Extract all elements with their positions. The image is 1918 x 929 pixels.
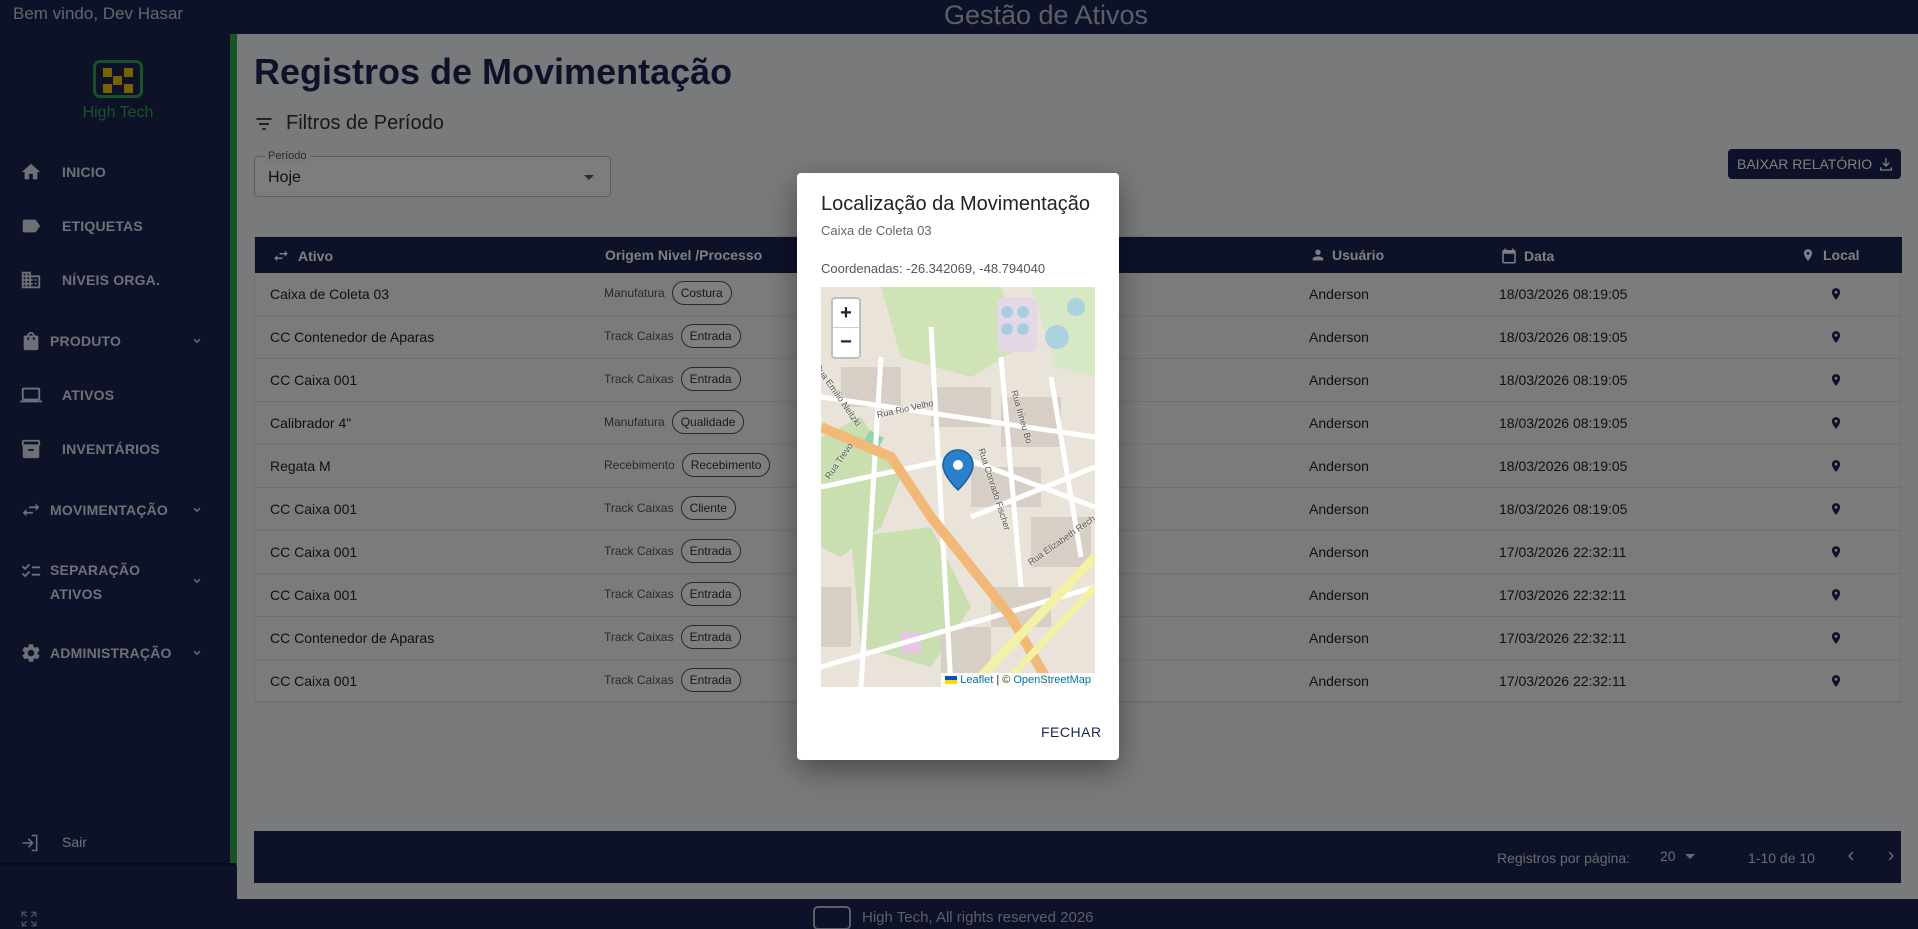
map-zoom-control: + − <box>831 297 861 359</box>
attribution-separator: | © <box>996 674 1011 686</box>
dialog-title: Localização da Movimentação <box>821 193 1091 215</box>
map-view[interactable]: Rua Emílio Neitzki Rua Rio Velho Rua Trevo… <box>821 287 1095 687</box>
leaflet-link[interactable]: Leaflet <box>960 674 993 686</box>
zoom-in-button[interactable]: + <box>833 299 859 328</box>
ukraine-flag-icon <box>945 676 958 684</box>
dialog-coordinates: Coordenadas: -26.342069, -48.794040 <box>821 261 1046 276</box>
location-dialog: Localização da Movimentação Caixa de Col… <box>797 173 1119 760</box>
zoom-out-button[interactable]: − <box>833 328 859 357</box>
map-tiles <box>821 287 1095 687</box>
close-dialog-button[interactable]: FECHAR <box>1041 724 1102 740</box>
openstreetmap-link[interactable]: OpenStreetMap <box>1013 674 1091 686</box>
map-attribution: Leaflet | © OpenStreetMap <box>941 673 1095 687</box>
dialog-subtitle: Caixa de Coleta 03 <box>821 223 932 238</box>
